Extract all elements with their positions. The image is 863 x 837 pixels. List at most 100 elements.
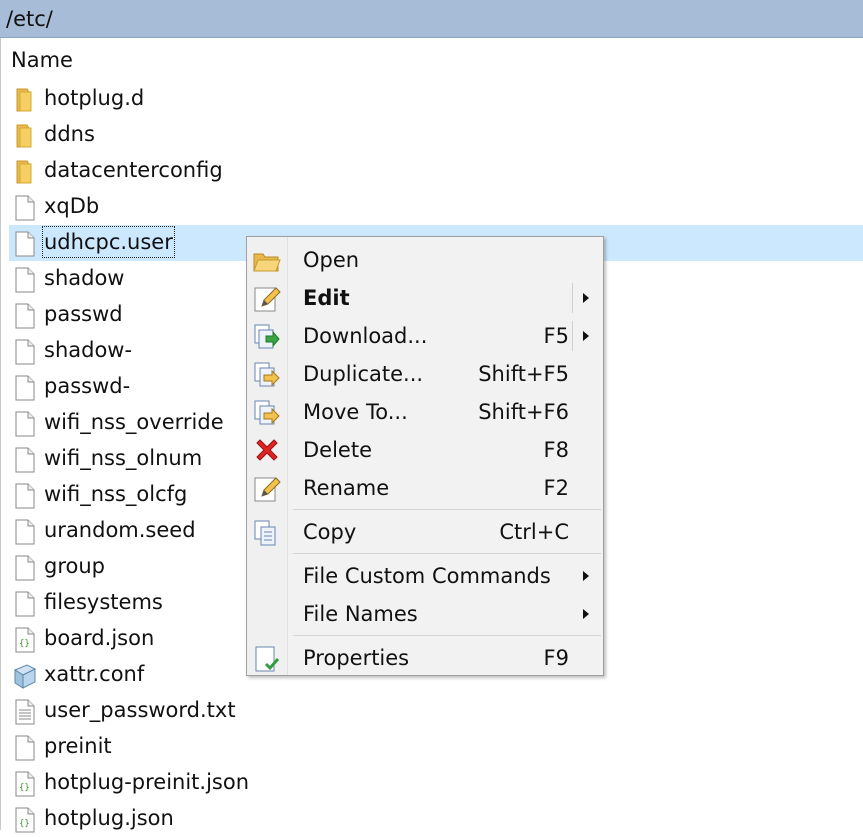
file-name: ddns — [44, 122, 95, 146]
file-icon — [13, 303, 37, 329]
menu-item-copy[interactable]: Copy Ctrl+C — [247, 513, 603, 551]
submenu-separator — [572, 283, 573, 313]
file-icon — [13, 591, 37, 617]
file-row-hotplug-d[interactable]: hotplug.d — [9, 81, 863, 117]
menu-item-delete[interactable]: Delete F8 — [247, 431, 603, 469]
menu-shortcut: Shift+F6 — [478, 400, 569, 424]
context-menu: Open Edit Download... F5 Duplicate... Sh… — [246, 236, 604, 676]
menu-shortcut: F2 — [543, 476, 569, 500]
file-row-ddns[interactable]: ddns — [9, 117, 863, 153]
file-name: wifi_nss_olcfg — [44, 482, 188, 506]
file-name: shadow — [44, 266, 125, 290]
file-name: filesystems — [44, 590, 163, 614]
file-icon — [13, 447, 37, 473]
menu-separator — [293, 509, 601, 510]
text-file-icon — [13, 699, 37, 725]
submenu-arrow-icon — [583, 571, 589, 581]
json-file-icon: {} — [13, 807, 37, 833]
file-row-user-password-txt[interactable]: user_password.txt — [9, 693, 863, 729]
edit-pencil-icon — [252, 284, 282, 314]
file-row-xqdb[interactable]: xqDb — [9, 189, 863, 225]
submenu-arrow-icon — [583, 331, 589, 341]
menu-shortcut: F8 — [543, 438, 569, 462]
file-name: urandom.seed — [44, 518, 196, 542]
current-path: /etc/ — [6, 7, 53, 31]
file-name: preinit — [44, 734, 112, 758]
json-file-icon: {} — [13, 771, 37, 797]
file-name: udhcpc.user — [42, 226, 175, 258]
download-icon — [252, 322, 282, 352]
menu-item-open[interactable]: Open — [247, 241, 603, 279]
file-icon — [13, 519, 37, 545]
file-icon — [13, 411, 37, 437]
file-icon — [13, 483, 37, 509]
file-row-hotplug-json[interactable]: {} hotplug.json — [9, 801, 863, 837]
submenu-separator — [572, 321, 573, 351]
copy-icon — [252, 518, 282, 548]
file-icon — [13, 231, 37, 257]
menu-separator — [293, 553, 601, 554]
delete-x-icon — [252, 436, 282, 466]
duplicate-icon — [252, 360, 282, 390]
file-name: shadow- — [44, 338, 133, 362]
svg-text:{}: {} — [19, 639, 30, 649]
file-icon — [13, 555, 37, 581]
file-row-preinit[interactable]: preinit — [9, 729, 863, 765]
file-row-hotplug-preinit-json[interactable]: {} hotplug-preinit.json — [9, 765, 863, 801]
file-name: wifi_nss_olnum — [44, 446, 203, 470]
folder-icon — [13, 159, 37, 185]
menu-label: Download... — [303, 324, 428, 348]
menu-item-duplicate[interactable]: Duplicate... Shift+F5 — [247, 355, 603, 393]
conf-file-icon — [13, 663, 37, 689]
file-icon — [13, 339, 37, 365]
path-bar[interactable]: /etc/ — [0, 0, 863, 38]
file-name: passwd- — [44, 374, 131, 398]
menu-label: Edit — [303, 286, 350, 310]
folder-icon — [13, 87, 37, 113]
json-file-icon: {} — [13, 627, 37, 653]
menu-item-file-custom-commands[interactable]: File Custom Commands — [247, 557, 603, 595]
file-icon — [13, 195, 37, 221]
file-icon — [13, 375, 37, 401]
open-folder-icon — [252, 246, 282, 276]
menu-shortcut: Ctrl+C — [499, 520, 569, 544]
file-name: board.json — [44, 626, 155, 650]
svg-text:{}: {} — [19, 819, 30, 829]
menu-separator — [293, 635, 601, 636]
svg-text:{}: {} — [19, 783, 30, 793]
file-name: group — [44, 554, 105, 578]
menu-label: Open — [303, 248, 360, 272]
menu-label: File Custom Commands — [303, 564, 551, 588]
file-name: xqDb — [44, 194, 100, 218]
column-header-name[interactable]: Name — [11, 48, 73, 72]
menu-shortcut: F5 — [543, 324, 569, 348]
file-row-datacenterconfig[interactable]: datacenterconfig — [9, 153, 863, 189]
menu-label: Delete — [303, 438, 372, 462]
menu-shortcut: Shift+F5 — [478, 362, 569, 386]
file-name: hotplug.d — [44, 86, 145, 110]
file-name: xattr.conf — [44, 662, 145, 686]
file-name: datacenterconfig — [44, 158, 223, 182]
menu-shortcut: F9 — [543, 646, 569, 670]
menu-item-rename[interactable]: Rename F2 — [247, 469, 603, 507]
move-icon — [252, 398, 282, 428]
menu-label: File Names — [303, 602, 418, 626]
menu-label: Duplicate... — [303, 362, 424, 386]
properties-icon — [252, 644, 282, 674]
rename-icon — [252, 474, 282, 504]
file-name: user_password.txt — [44, 698, 236, 722]
folder-icon — [13, 123, 37, 149]
menu-item-move-to[interactable]: Move To... Shift+F6 — [247, 393, 603, 431]
menu-item-download[interactable]: Download... F5 — [247, 317, 603, 355]
menu-item-properties[interactable]: Properties F9 — [247, 639, 603, 677]
file-name: passwd — [44, 302, 123, 326]
menu-item-file-names[interactable]: File Names — [247, 595, 603, 633]
menu-label: Move To... — [303, 400, 408, 424]
file-icon — [13, 267, 37, 293]
menu-label: Properties — [303, 646, 410, 670]
file-name: hotplug.json — [44, 806, 174, 830]
menu-label: Copy — [303, 520, 357, 544]
submenu-arrow-icon — [583, 293, 589, 303]
menu-item-edit[interactable]: Edit — [247, 279, 603, 317]
file-name: wifi_nss_override — [44, 410, 224, 434]
